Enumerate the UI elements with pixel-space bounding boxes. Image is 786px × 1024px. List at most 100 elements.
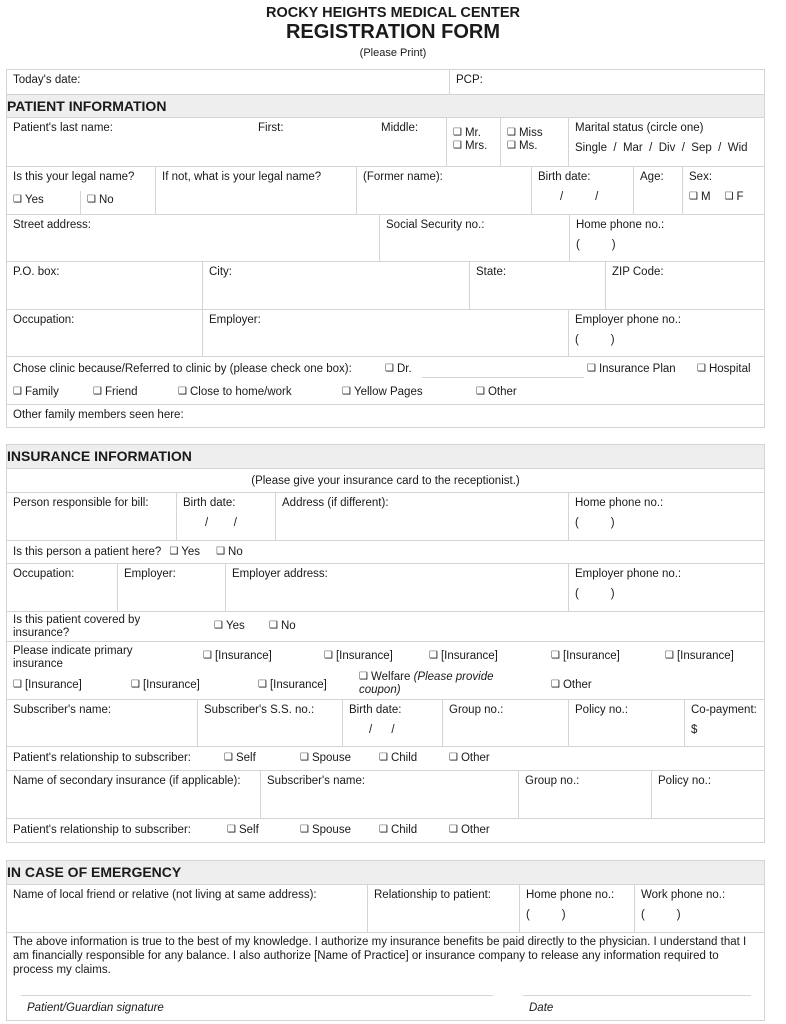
employer-field[interactable]: Employer: <box>202 310 568 356</box>
covered-yes-checkbox[interactable]: Yes <box>214 620 245 632</box>
referral-friend-checkbox[interactable]: Friend <box>93 386 138 398</box>
relationship-other-checkbox[interactable]: Other <box>449 752 490 764</box>
resp-employer-label: Employer: <box>124 568 176 580</box>
responsible-address-field[interactable]: Address (if different): <box>275 493 568 540</box>
zip-field[interactable]: ZIP Code: <box>605 262 764 309</box>
insurance-option-5-checkbox[interactable]: [Insurance] <box>665 650 734 662</box>
legal-name-no-checkbox[interactable]: No <box>80 191 155 214</box>
secondary-relationship-child-checkbox[interactable]: Child <box>379 824 417 836</box>
secondary-insurance-field[interactable]: Name of secondary insurance (if applicab… <box>7 771 260 818</box>
insurance-other-checkbox[interactable]: Other <box>551 679 592 691</box>
resp-occupation-field[interactable]: Occupation: <box>7 564 117 611</box>
insurance-option-8-checkbox[interactable]: [Insurance] <box>258 679 327 691</box>
subscriber-ssn-field[interactable]: Subscriber's S.S. no.: <box>197 700 342 746</box>
is-patient-no-checkbox[interactable]: No <box>216 546 243 558</box>
todays-date-field[interactable]: Today's date: <box>7 70 449 94</box>
home-phone-label: Home phone no.: <box>576 219 665 231</box>
relationship-self-checkbox[interactable]: Self <box>224 752 256 764</box>
legal-name-yes-checkbox[interactable]: Yes <box>7 191 80 214</box>
emergency-heading: IN CASE OF EMERGENCY <box>7 861 764 884</box>
state-label: State: <box>476 266 507 278</box>
other-family-field[interactable]: Other family members seen here: <box>7 405 764 427</box>
emergency-relationship-field[interactable]: Relationship to patient: <box>367 885 519 932</box>
group-no-field[interactable]: Group no.: <box>442 700 568 746</box>
marital-status-options[interactable]: Single / Mar / Div / Sep / Wid <box>575 142 758 154</box>
responsible-party-field[interactable]: Person responsible for bill: <box>7 493 176 540</box>
responsible-home-phone-field[interactable]: Home phone no.: ( ) <box>568 493 764 540</box>
referral-family-checkbox[interactable]: Family <box>13 386 59 398</box>
ssn-field[interactable]: Social Security no.: <box>379 215 569 261</box>
subscriber-birth-date-field[interactable]: Birth date: / / <box>342 700 442 746</box>
relationship-spouse-checkbox[interactable]: Spouse <box>300 752 351 764</box>
city-field[interactable]: City: <box>202 262 469 309</box>
po-box-field[interactable]: P.O. box: <box>7 262 202 309</box>
resp-employer-phone-field[interactable]: Employer phone no.: ( ) <box>568 564 764 611</box>
employer-phone-field[interactable]: Employer phone no.: ( ) <box>568 310 764 356</box>
occupation-field[interactable]: Occupation: <box>7 310 202 356</box>
referral-yellow-pages-checkbox[interactable]: Yellow Pages <box>342 386 423 398</box>
state-field[interactable]: State: <box>469 262 605 309</box>
resp-employer-field[interactable]: Employer: <box>117 564 225 611</box>
sex-m-checkbox[interactable]: M <box>689 191 711 203</box>
secondary-relationship-other-checkbox[interactable]: Other <box>449 824 490 836</box>
title-mr-checkbox[interactable]: Mr. <box>453 127 494 140</box>
referral-close-checkbox[interactable]: Close to home/work <box>178 386 292 398</box>
is-patient-yes-checkbox[interactable]: Yes <box>169 546 200 558</box>
home-phone-field[interactable]: Home phone no.: ( ) <box>569 215 764 261</box>
resp-employer-address-field[interactable]: Employer address: <box>225 564 568 611</box>
secondary-relationship-self-checkbox[interactable]: Self <box>227 824 259 836</box>
copayment-field[interactable]: Co-payment: $ <box>684 700 764 746</box>
referral-hospital-checkbox[interactable]: Hospital <box>697 363 751 375</box>
secondary-policy-field[interactable]: Policy no.: <box>651 771 764 818</box>
resp-occupation-label: Occupation: <box>13 568 75 580</box>
title-mrs-checkbox[interactable]: Mrs. <box>453 140 494 153</box>
birth-date-field[interactable]: Birth date: / / <box>531 167 633 214</box>
age-label: Age: <box>640 171 664 183</box>
legal-name-field[interactable]: If not, what is your legal name? <box>155 167 356 214</box>
welfare-option[interactable]: Welfare (Please provide coupon) <box>359 671 519 697</box>
name-field[interactable]: Patient's last name: First: Middle: <box>7 118 446 166</box>
insurance-option-2-checkbox[interactable]: [Insurance] <box>324 650 393 662</box>
birth-date-slashes: / / <box>560 191 599 203</box>
relationship-label: Patient's relationship to subscriber: <box>13 752 191 764</box>
secondary-group-field[interactable]: Group no.: <box>518 771 651 818</box>
insurance-option-3-checkbox[interactable]: [Insurance] <box>429 650 498 662</box>
subscriber-birth-date-label: Birth date: <box>349 704 402 716</box>
title-miss-checkbox[interactable]: Miss <box>507 127 562 140</box>
insurance-option-4-checkbox[interactable]: [Insurance] <box>551 650 620 662</box>
emergency-work-phone-field[interactable]: Work phone no.: ( ) <box>634 885 764 932</box>
title-ms-checkbox[interactable]: Ms. <box>507 140 562 153</box>
responsible-birth-date-field[interactable]: Birth date: / / <box>176 493 275 540</box>
referral-dr-checkbox[interactable]: Dr. <box>385 363 412 375</box>
emergency-home-phone-field[interactable]: Home phone no.: ( ) <box>519 885 634 932</box>
referral-insurance-plan-checkbox[interactable]: Insurance Plan <box>587 363 676 375</box>
age-field[interactable]: Age: <box>633 167 682 214</box>
employer-label: Employer: <box>209 314 261 326</box>
pcp-field[interactable]: PCP: <box>449 70 764 94</box>
referral-other-checkbox[interactable]: Other <box>476 386 517 398</box>
insurance-option-7-checkbox[interactable]: [Insurance] <box>131 679 200 691</box>
street-address-field[interactable]: Street address: <box>7 215 379 261</box>
emergency-contact-name-field[interactable]: Name of local friend or relative (not li… <box>7 885 367 932</box>
secondary-subscriber-label: Subscriber's name: <box>267 775 366 787</box>
sex-label: Sex: <box>689 171 713 183</box>
secondary-relationship-label: Patient's relationship to subscriber: <box>13 824 191 836</box>
sex-f-checkbox[interactable]: F <box>725 191 744 203</box>
insurance-option-1-checkbox[interactable]: [Insurance] <box>203 650 272 662</box>
signature-label: Patient/Guardian signature <box>27 1002 164 1014</box>
other-family-label: Other family members seen here: <box>13 409 184 421</box>
policy-no-field[interactable]: Policy no.: <box>568 700 684 746</box>
former-name-field[interactable]: (Former name): <box>356 167 531 214</box>
covered-no-checkbox[interactable]: No <box>269 620 296 632</box>
emergency-work-phone-label: Work phone no.: <box>641 889 726 901</box>
insurance-option-6-checkbox[interactable]: [Insurance] <box>13 679 82 691</box>
relationship-child-checkbox[interactable]: Child <box>379 752 417 764</box>
secondary-subscriber-field[interactable]: Subscriber's name: <box>260 771 518 818</box>
date-line[interactable] <box>523 995 751 996</box>
subscriber-name-field[interactable]: Subscriber's name: <box>7 700 197 746</box>
dr-name-line[interactable] <box>422 377 584 378</box>
signature-line[interactable] <box>21 995 493 996</box>
secondary-relationship-spouse-checkbox[interactable]: Spouse <box>300 824 351 836</box>
emergency-home-phone-label: Home phone no.: <box>526 889 615 901</box>
welfare-checkbox[interactable]: Welfare <box>359 671 410 683</box>
